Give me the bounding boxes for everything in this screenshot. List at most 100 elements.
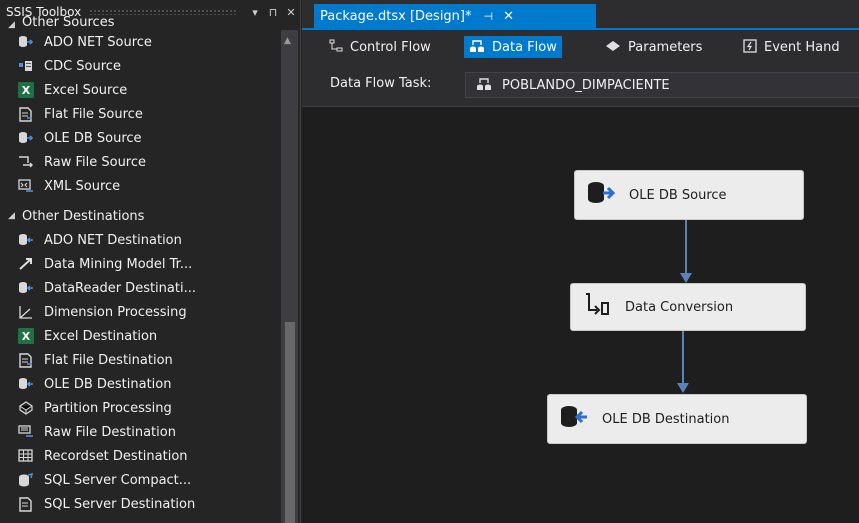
tab-label: Parameters [628, 39, 703, 55]
item-label: OLE DB Source [44, 130, 142, 146]
data-flow-task-bar: Data Flow Task: POBLANDO_DIMPACIENTE [302, 64, 859, 107]
tab-control-flow[interactable]: Control Flow [324, 36, 436, 58]
toolbox-item-recordset-destination[interactable]: Recordset Destination [0, 444, 280, 468]
tab-label: Data Flow [492, 39, 557, 55]
toolbox-item-sql-server-compact[interactable]: SQL Server Compact... [0, 468, 280, 492]
excel-icon: X [18, 82, 34, 98]
toolbox-item-excel-source[interactable]: X Excel Source [0, 78, 280, 102]
node-label: Data Conversion [625, 299, 734, 315]
close-icon[interactable]: ✕ [503, 9, 514, 24]
toolbox-item-xml-source[interactable]: XML Source [0, 174, 280, 198]
raw-file-icon [18, 154, 34, 170]
toolbox-item-flat-file-destination[interactable]: Flat File Destination [0, 348, 280, 372]
document-tab-package[interactable]: Package.dtsx [Design]* ⊣ ✕ [314, 4, 596, 28]
data-flow-icon [469, 39, 485, 56]
db-arrow-in-icon [18, 232, 34, 248]
document-tab-title: Package.dtsx [Design]* [320, 8, 472, 24]
group-other-sources[interactable]: ◢ Other Sources [0, 16, 280, 30]
db-arrow-icon [18, 34, 34, 50]
toolbox-item-raw-file-source[interactable]: Raw File Source [0, 150, 280, 174]
sql-server-icon [18, 496, 34, 512]
recordset-icon [18, 448, 34, 464]
group-other-destinations[interactable]: ◢ Other Destinations [0, 204, 280, 228]
item-label: Dimension Processing [44, 304, 187, 320]
toolbox-item-excel-destination[interactable]: X Excel Destination [0, 324, 280, 348]
ole-db-destination-icon [560, 405, 588, 433]
toolbox-item-partition-processing[interactable]: Partition Processing [0, 396, 280, 420]
data-flow-task-select[interactable]: POBLANDO_DIMPACIENTE [465, 72, 859, 98]
item-label: Excel Source [44, 82, 128, 98]
mining-icon [18, 256, 34, 272]
tab-label: Event Hand [764, 39, 840, 55]
ssis-toolbox-panel: SSIS Toolbox ▾ ⊓ ✕ ◢ Other Sources ADO N… [0, 0, 301, 523]
item-label: OLE DB Destination [44, 376, 172, 392]
toolbox-close-icon[interactable]: ✕ [282, 6, 300, 19]
control-flow-icon [329, 39, 343, 56]
node-label: OLE DB Destination [602, 411, 730, 427]
tab-data-flow[interactable]: Data Flow [464, 36, 562, 58]
excel-icon: X [18, 328, 34, 344]
node-ole-db-destination[interactable]: OLE DB Destination [547, 394, 807, 444]
scroll-up-arrow-icon[interactable]: ▲ [284, 36, 291, 46]
data-flow-design-surface[interactable]: OLE DB Source Data Conversion OLE DB Des… [302, 107, 859, 523]
toolbox-item-datareader-destination[interactable]: DataReader Destinati... [0, 276, 280, 300]
path-conversion-to-destination[interactable] [677, 330, 689, 393]
toolbox-item-ole-db-source[interactable]: OLE DB Source [0, 126, 280, 150]
data-flow-task-icon [476, 77, 492, 94]
parameters-icon [605, 40, 621, 55]
tab-label: Control Flow [350, 39, 431, 55]
toolbox-item-ado-net-destination[interactable]: ADO NET Destination [0, 228, 280, 252]
item-label: Flat File Destination [44, 352, 173, 368]
collapse-triangle-icon[interactable]: ◢ [8, 211, 22, 221]
event-handlers-icon [743, 38, 757, 56]
collapse-triangle-icon[interactable]: ◢ [8, 20, 22, 30]
data-flow-task-label: Data Flow Task: [330, 76, 432, 91]
item-label: Raw File Source [44, 154, 147, 170]
data-flow-task-value: POBLANDO_DIMPACIENTE [502, 77, 670, 93]
group-label: Other Destinations [22, 208, 145, 224]
flat-file-icon [18, 106, 34, 122]
item-label: Raw File Destination [44, 424, 176, 440]
item-label: Data Mining Model Tr... [44, 256, 193, 272]
item-label: Flat File Source [44, 106, 143, 122]
toolbox-item-flat-file-source[interactable]: Flat File Source [0, 102, 280, 126]
group-label: Other Sources [22, 16, 115, 30]
item-label: CDC Source [44, 58, 121, 74]
item-label: Recordset Destination [44, 448, 188, 464]
toolbox-drag-grip[interactable] [89, 9, 238, 15]
sql-compact-icon [18, 472, 34, 488]
db-arrow-in-icon [18, 376, 34, 392]
toolbox-item-dimension-processing[interactable]: Dimension Processing [0, 300, 280, 324]
db-arrow-icon [18, 130, 34, 146]
dimension-icon [18, 304, 34, 320]
path-source-to-conversion[interactable] [680, 218, 692, 283]
node-label: OLE DB Source [629, 187, 727, 203]
item-label: XML Source [44, 178, 121, 194]
raw-file-icon [18, 424, 34, 440]
flat-file-icon [18, 352, 34, 368]
toolbox-item-ole-db-destination[interactable]: OLE DB Destination [0, 372, 280, 396]
node-data-conversion[interactable]: Data Conversion [570, 283, 806, 331]
toolbox-scroll-thumb[interactable] [285, 322, 295, 523]
partition-icon [18, 400, 34, 416]
ole-db-source-icon [587, 181, 616, 209]
designer-tab-bar: Control Flow Data Flow Parameters Event … [302, 30, 859, 64]
tab-event-handlers[interactable]: Event Hand [738, 36, 845, 58]
db-arrow-in-icon [18, 280, 34, 296]
item-label: SQL Server Destination [44, 496, 196, 512]
document-tab-strip: Package.dtsx [Design]* ⊣ ✕ [302, 0, 859, 30]
node-ole-db-source[interactable]: OLE DB Source [574, 170, 804, 220]
pin-icon[interactable]: ⊣ [484, 10, 494, 23]
toolbox-list: ◢ Other Sources ADO NET Source CDC Sourc… [0, 16, 280, 516]
tab-parameters[interactable]: Parameters [600, 36, 707, 58]
toolbox-item-sql-server-destination[interactable]: SQL Server Destination [0, 492, 280, 516]
toolbox-item-cdc-source[interactable]: CDC Source [0, 54, 280, 78]
toolbox-item-ado-net-source[interactable]: ADO NET Source [0, 30, 280, 54]
toolbox-item-data-mining-model[interactable]: Data Mining Model Tr... [0, 252, 280, 276]
item-label: ADO NET Destination [44, 232, 182, 248]
data-conversion-icon [583, 292, 611, 322]
item-label: ADO NET Source [44, 34, 152, 50]
toolbox-item-raw-file-destination[interactable]: Raw File Destination [0, 420, 280, 444]
xml-icon [18, 178, 34, 194]
item-label: DataReader Destinati... [44, 280, 196, 296]
